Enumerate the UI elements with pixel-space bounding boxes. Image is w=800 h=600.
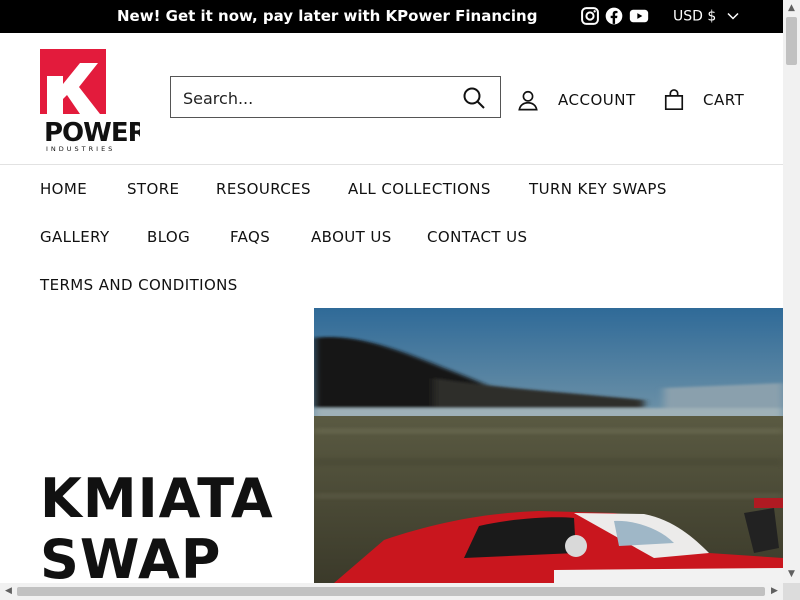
nav-item-turn-key-swaps[interactable]: TURN KEY SWAPS: [529, 180, 667, 198]
nav-item-store[interactable]: STORE: [127, 180, 179, 198]
vertical-scrollbar[interactable]: ▲ ▼: [783, 0, 800, 583]
account-link[interactable]: ACCOUNT: [517, 88, 636, 112]
nav-item-terms-and-conditions[interactable]: TERMS AND CONDITIONS: [40, 276, 238, 294]
nav-item-contact-us[interactable]: CONTACT US: [427, 228, 527, 246]
scroll-right-arrow-icon[interactable]: ▶: [766, 583, 783, 600]
horizontal-scrollbar[interactable]: ◀ ▶: [0, 583, 783, 600]
svg-text:POWER: POWER: [44, 118, 140, 148]
svg-text:INDUSTRIES: INDUSTRIES: [46, 145, 115, 153]
scrollbar-corner: [783, 583, 800, 600]
scroll-left-arrow-icon[interactable]: ◀: [0, 583, 17, 600]
nav-item-blog[interactable]: BLOG: [147, 228, 190, 246]
nav-item-gallery[interactable]: GALLERY: [40, 228, 110, 246]
announcement-bar: New! Get it now, pay later with KPower F…: [0, 0, 783, 33]
chevron-down-icon: [727, 0, 739, 33]
search-icon[interactable]: [462, 86, 486, 110]
user-icon: [518, 90, 538, 111]
scroll-up-arrow-icon[interactable]: ▲: [783, 0, 800, 17]
instagram-icon[interactable]: [580, 6, 600, 26]
hero-race-car-image[interactable]: [314, 308, 783, 583]
horizontal-scroll-thumb[interactable]: [17, 587, 765, 596]
cart-label: CART: [703, 91, 745, 109]
nav-item-faqs[interactable]: FAQS: [230, 228, 270, 246]
nav-item-about-us[interactable]: ABOUT US: [311, 228, 392, 246]
announcement-text[interactable]: New! Get it now, pay later with KPower F…: [117, 0, 537, 33]
nav-item-resources[interactable]: RESOURCES: [216, 180, 311, 198]
nav-item-home[interactable]: HOME: [40, 180, 87, 198]
nav-item-all-collections[interactable]: ALL COLLECTIONS: [348, 180, 491, 198]
hero-title-line-2: SWAP: [40, 528, 222, 583]
kpower-logo[interactable]: POWER INDUSTRIES: [40, 49, 149, 153]
cart-link[interactable]: CART: [663, 88, 744, 112]
cart-bag-icon: [664, 89, 684, 110]
search-box: [170, 76, 501, 118]
youtube-icon[interactable]: [629, 6, 649, 26]
site-header: POWER INDUSTRIES ACCOUNT CART: [0, 33, 783, 165]
currency-selector[interactable]: USD $: [673, 0, 739, 34]
account-label: ACCOUNT: [558, 91, 636, 109]
hero-section: KMIATA SWAP: [0, 308, 783, 583]
vertical-scroll-thumb[interactable]: [786, 17, 797, 65]
currency-label: USD $: [673, 8, 717, 25]
page-viewport: New! Get it now, pay later with KPower F…: [0, 0, 783, 583]
facebook-icon[interactable]: [604, 6, 624, 26]
main-navigation: HOME STORE RESOURCES ALL COLLECTIONS TUR…: [0, 165, 783, 308]
hero-title: KMIATA SWAP: [40, 468, 274, 583]
search-input[interactable]: [181, 86, 455, 110]
hero-title-line-1: KMIATA: [40, 467, 274, 530]
scroll-down-arrow-icon[interactable]: ▼: [783, 566, 800, 583]
